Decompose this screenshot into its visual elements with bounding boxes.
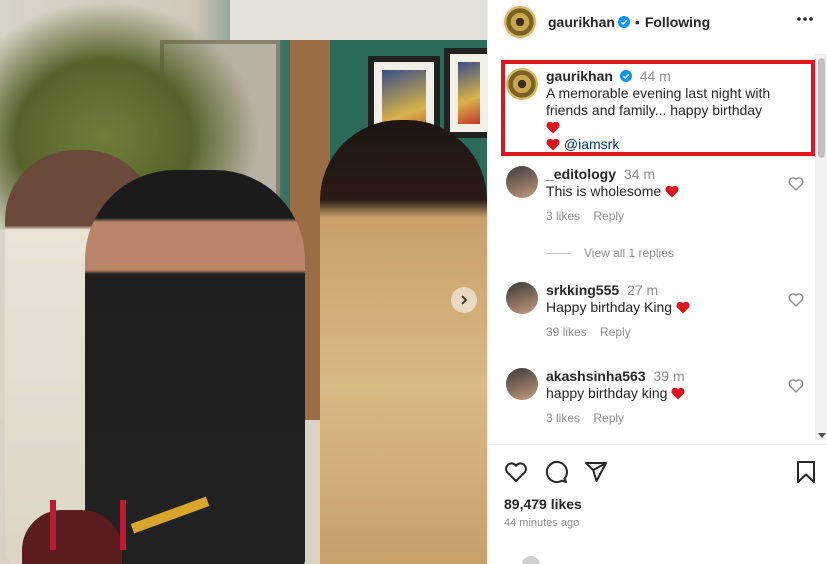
carousel-next-button[interactable] (451, 287, 477, 313)
view-replies-label: View all 1 replies (584, 246, 674, 260)
header-separator: • (634, 14, 640, 30)
heart-icon[interactable] (788, 176, 804, 192)
comments-section: gaurikhan 44 m A memorable evening last … (488, 54, 816, 440)
heart-icon[interactable] (788, 292, 804, 308)
post-timestamp: 44 minutes ago (504, 517, 580, 529)
comment-username[interactable]: _editology (546, 166, 616, 182)
save-icon[interactable] (794, 460, 818, 484)
author-username[interactable]: gaurikhan (548, 14, 615, 30)
post-header: gaurikhan • Following (488, 0, 827, 44)
comment-meta: 3 likes Reply (546, 208, 776, 225)
photo-cake (22, 510, 122, 564)
comment-text: happy birthday king (546, 385, 668, 401)
comment-reply-button[interactable]: Reply (593, 209, 624, 223)
heart-icon[interactable] (504, 460, 528, 484)
caption-avatar[interactable] (506, 68, 538, 100)
comment-username[interactable]: srkking555 (546, 282, 619, 298)
comment-time: 39 m (653, 368, 685, 384)
comment-meta: 3 likes Reply (546, 410, 776, 427)
post-photo (0, 0, 487, 564)
author-avatar[interactable] (502, 4, 538, 40)
comment-text: Happy birthday King (546, 299, 673, 315)
view-replies-button[interactable]: View all 1 replies (546, 246, 674, 260)
comment-text: This is wholesome (546, 183, 662, 199)
current-user-avatar (522, 556, 540, 564)
scroll-down-arrow-icon[interactable] (818, 433, 826, 438)
comment-username[interactable]: akashsinha563 (546, 368, 646, 384)
following-button[interactable]: Following (645, 14, 710, 30)
more-options-icon[interactable] (796, 16, 814, 22)
comments-scrollbar[interactable] (815, 54, 827, 440)
post-actions-bar (504, 460, 824, 486)
photo-candle (50, 500, 56, 550)
comment-text-block: _editology 34 m This is wholesome 3 like… (546, 166, 776, 225)
photo-person-right (320, 120, 487, 564)
photo-ceiling (230, 0, 487, 40)
comment-text-block: akashsinha563 39 m happy birthday king 3… (546, 368, 776, 427)
replies-divider-line (546, 252, 570, 254)
comment-icon[interactable] (544, 460, 568, 484)
verified-badge-icon (619, 70, 632, 82)
red-heart-emoji-icon (546, 138, 560, 151)
red-heart-emoji-icon (671, 387, 685, 400)
comment-time: 34 m (623, 166, 656, 182)
red-heart-emoji-icon (676, 301, 690, 314)
red-heart-emoji-icon (546, 121, 560, 134)
comment-reply-button[interactable]: Reply (593, 411, 624, 425)
red-heart-emoji-icon (665, 185, 679, 198)
caption-text: A memorable evening last night with frie… (546, 85, 771, 118)
commenter-avatar[interactable] (506, 166, 538, 198)
commenter-avatar[interactable] (506, 282, 538, 314)
caption-time: 44 m (639, 68, 671, 84)
photo-wall-frame (444, 48, 487, 138)
photo-candle (120, 500, 126, 550)
scrollbar-thumb[interactable] (818, 58, 825, 158)
commenter-avatar[interactable] (506, 368, 538, 400)
likes-count[interactable]: 89,479 likes (504, 496, 582, 512)
share-icon[interactable] (584, 460, 608, 484)
comment-text-block: srkking555 27 m Happy birthday King 39 l… (546, 282, 776, 341)
caption-mention-link[interactable]: @iamsrk (564, 136, 619, 152)
post-side-panel: gaurikhan • Following gaurikhan 44 m A m… (487, 0, 827, 564)
heart-icon[interactable] (788, 378, 804, 394)
actions-divider (488, 444, 827, 445)
comment-reply-button[interactable]: Reply (600, 325, 631, 339)
comment-likes-link[interactable]: 39 likes (546, 325, 587, 339)
comment-time: 27 m (627, 282, 659, 298)
chevron-right-icon (461, 295, 468, 305)
caption-username[interactable]: gaurikhan (546, 68, 613, 84)
verified-badge-icon (617, 16, 630, 28)
caption-text-block: gaurikhan 44 m A memorable evening last … (546, 68, 776, 153)
comment-meta: 39 likes Reply (546, 324, 776, 341)
comment-likes-link[interactable]: 3 likes (546, 209, 580, 223)
comment-likes-link[interactable]: 3 likes (546, 411, 580, 425)
